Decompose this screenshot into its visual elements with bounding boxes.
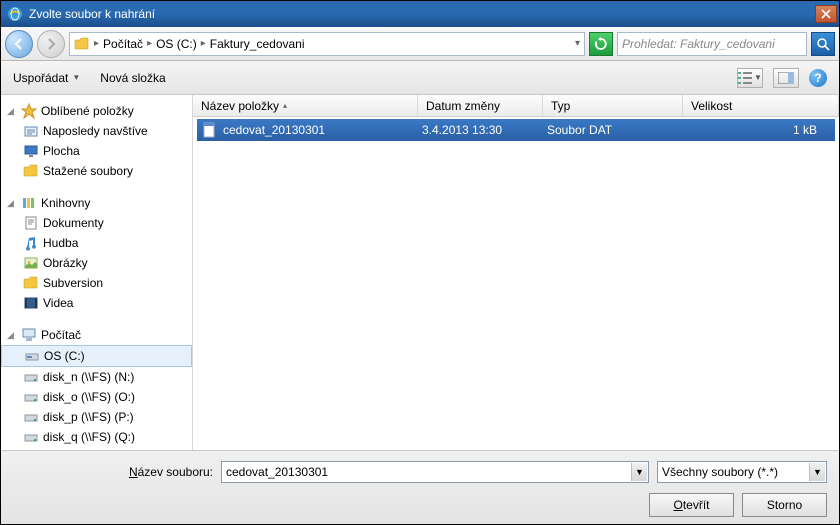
sidebar-downloads[interactable]: Stažené soubory	[1, 161, 192, 181]
newfolder-button[interactable]: Nová složka	[100, 71, 165, 85]
star-icon	[21, 103, 37, 119]
column-header: Název položky▴ Datum změny Typ Velikost	[193, 95, 839, 117]
chevron-down-icon[interactable]: ▼	[631, 463, 647, 481]
chevron-down-icon[interactable]: ▼	[809, 463, 825, 481]
music-icon	[23, 235, 39, 251]
preview-pane-button[interactable]	[773, 68, 799, 88]
sidebar-netdrive-n[interactable]: disk_n (\\FS) (N:)	[1, 367, 192, 387]
chevron-down-icon: ▼	[72, 73, 80, 82]
picture-icon	[23, 255, 39, 271]
bottom-panel: Název souboru: cedovat_20130301▼ Všechny…	[1, 450, 839, 524]
back-button[interactable]	[5, 30, 33, 58]
open-button[interactable]: Otevřít	[649, 493, 734, 517]
file-list: Název položky▴ Datum změny Typ Velikost …	[193, 95, 839, 450]
pane-icon	[778, 72, 794, 84]
list-icon	[738, 72, 752, 84]
sidebar-netdrive-o[interactable]: disk_o (\\FS) (O:)	[1, 387, 192, 407]
main-area: ◢Oblíbené položky Naposledy navštíve Plo…	[1, 95, 839, 450]
video-icon	[23, 295, 39, 311]
filename-input[interactable]: cedovat_20130301▼	[221, 461, 649, 483]
help-icon: ?	[814, 71, 821, 85]
sidebar: ◢Oblíbené položky Naposledy navštíve Plo…	[1, 95, 193, 450]
folder-icon	[74, 36, 90, 52]
col-date[interactable]: Datum změny	[418, 95, 543, 116]
netdrive-icon	[23, 429, 39, 445]
sidebar-documents[interactable]: Dokumenty	[1, 213, 192, 233]
sidebar-videos[interactable]: Videa	[1, 293, 192, 313]
close-icon	[821, 9, 831, 19]
netdrive-icon	[23, 409, 39, 425]
col-type[interactable]: Typ	[543, 95, 683, 116]
search-placeholder: Prohledat: Faktury_cedovani	[622, 37, 775, 51]
sidebar-libraries[interactable]: ◢Knihovny	[1, 193, 192, 213]
navigation-bar: ▸ Počítač ▸ OS (C:) ▸ Faktury_cedovani ▾…	[1, 27, 839, 61]
breadcrumb-folder[interactable]: Faktury_cedovani	[210, 37, 305, 51]
close-button[interactable]	[815, 5, 837, 23]
sidebar-pictures[interactable]: Obrázky	[1, 253, 192, 273]
forward-button[interactable]	[37, 30, 65, 58]
arrow-left-icon	[12, 37, 26, 51]
breadcrumb-computer[interactable]: Počítač	[103, 37, 143, 51]
col-size[interactable]: Velikost	[683, 95, 839, 116]
computer-icon	[21, 327, 37, 343]
filter-dropdown[interactable]: Všechny soubory (*.*)▼	[657, 461, 827, 483]
cancel-button[interactable]: Storno	[742, 493, 827, 517]
filename-label: Název souboru:	[13, 465, 213, 479]
chevron-down-icon[interactable]: ▾	[575, 38, 580, 49]
netdrive-icon	[23, 389, 39, 405]
arrow-right-icon	[44, 37, 58, 51]
library-icon	[21, 195, 37, 211]
refresh-button[interactable]	[589, 32, 613, 56]
document-icon	[23, 215, 39, 231]
sort-asc-icon: ▴	[283, 101, 287, 110]
address-bar[interactable]: ▸ Počítač ▸ OS (C:) ▸ Faktury_cedovani ▾	[69, 32, 585, 56]
chevron-down-icon: ▼	[754, 73, 762, 82]
sidebar-netdrive-p[interactable]: disk_p (\\FS) (P:)	[1, 407, 192, 427]
view-mode-button[interactable]: ▼	[737, 68, 763, 88]
expand-icon: ◢	[7, 106, 17, 117]
folder-icon	[23, 163, 39, 179]
file-icon	[201, 122, 217, 138]
toolbar: Uspořádat▼ Nová složka ▼ ?	[1, 61, 839, 95]
help-button[interactable]: ?	[809, 69, 827, 87]
sidebar-music[interactable]: Hudba	[1, 233, 192, 253]
sidebar-subversion[interactable]: Subversion	[1, 273, 192, 293]
expand-icon: ◢	[7, 330, 17, 341]
desktop-icon	[23, 143, 39, 159]
search-input[interactable]: Prohledat: Faktury_cedovani	[617, 32, 807, 56]
ie-icon	[7, 6, 23, 22]
chevron-right-icon: ▸	[94, 38, 99, 49]
chevron-right-icon: ▸	[201, 38, 206, 49]
refresh-icon	[594, 37, 608, 51]
sidebar-computer[interactable]: ◢Počítač	[1, 325, 192, 345]
expand-icon: ◢	[7, 198, 17, 209]
window-title: Zvolte soubor k nahrání	[29, 7, 155, 21]
col-name[interactable]: Název položky▴	[193, 95, 418, 116]
file-row[interactable]: cedovat_20130301 3.4.2013 13:30 Soubor D…	[197, 119, 835, 141]
folder-icon	[23, 275, 39, 291]
netdrive-icon	[23, 369, 39, 385]
sidebar-recent[interactable]: Naposledy navštíve	[1, 121, 192, 141]
breadcrumb-drive[interactable]: OS (C:)	[156, 37, 197, 51]
drive-icon	[24, 348, 40, 364]
recent-icon	[23, 123, 39, 139]
sidebar-netdrive-q[interactable]: disk_q (\\FS) (Q:)	[1, 427, 192, 447]
search-button[interactable]	[811, 32, 835, 56]
chevron-right-icon: ▸	[147, 38, 152, 49]
sidebar-os-drive[interactable]: OS (C:)	[1, 345, 192, 367]
sidebar-favorites[interactable]: ◢Oblíbené položky	[1, 101, 192, 121]
search-icon	[816, 37, 830, 51]
sidebar-desktop[interactable]: Plocha	[1, 141, 192, 161]
titlebar: Zvolte soubor k nahrání	[1, 1, 839, 27]
organize-button[interactable]: Uspořádat▼	[13, 71, 80, 85]
